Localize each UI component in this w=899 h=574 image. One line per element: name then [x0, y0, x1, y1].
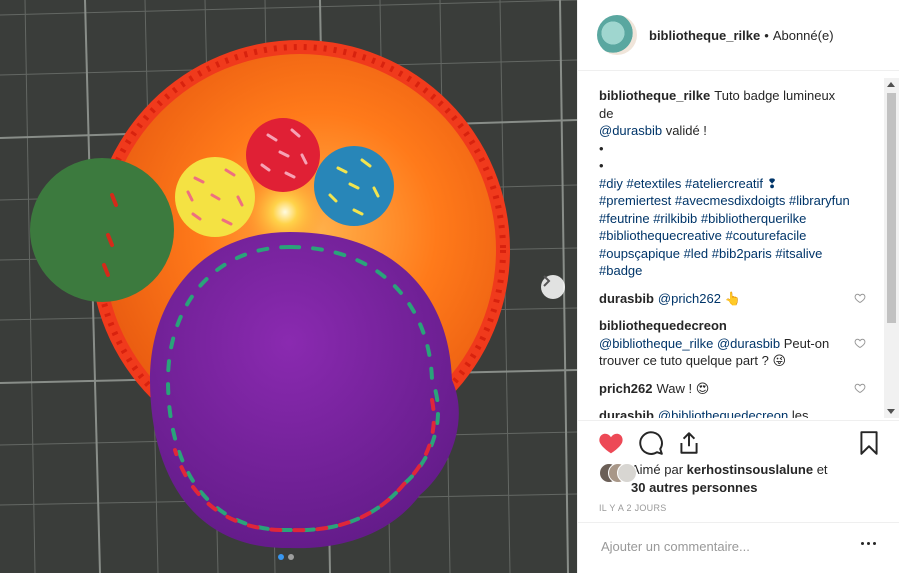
scroll-up-icon[interactable] — [887, 82, 895, 87]
caption-text-b: validé ! — [665, 123, 707, 138]
caption-hashtags[interactable]: #diy #etextiles #ateliercreatif ❢ #premi… — [599, 176, 850, 279]
comment-icon[interactable] — [638, 430, 664, 456]
post-header: bibliotheque_rilke • Abonné(e) — [578, 0, 899, 71]
comment-username[interactable]: bibliothequedecreon — [599, 318, 727, 333]
comment: prich262 Waw ! 😍 — [578, 380, 884, 398]
caption-dot-2: • — [599, 158, 604, 173]
chevron-right-icon — [543, 275, 551, 287]
bookmark-icon[interactable] — [856, 430, 882, 456]
caption: bibliotheque_rilke Tuto badge lumineux de… — [578, 87, 884, 280]
comment-mention[interactable]: @bibliothequedecreon — [658, 408, 788, 418]
carousel-dot — [288, 554, 294, 560]
caption-mention[interactable]: @durasbib — [599, 123, 662, 138]
header-username[interactable]: bibliotheque_rilke — [649, 28, 760, 43]
comment-username[interactable]: durasbib — [599, 408, 654, 418]
comment-mention[interactable]: @prich262 — [658, 291, 721, 306]
comment-input[interactable] — [599, 538, 843, 555]
share-icon[interactable] — [676, 430, 702, 456]
comment-text: Waw ! 😍 — [656, 380, 710, 396]
header-text: bibliotheque_rilke • Abonné(e) — [649, 28, 834, 43]
caption-username[interactable]: bibliotheque_rilke — [599, 88, 710, 103]
post-timestamp[interactable]: IL Y A 2 JOURS — [599, 503, 667, 513]
caption-dot-1: • — [599, 140, 604, 156]
post-sidebar: bibliotheque_rilke • Abonné(e) bibliothequ… — [577, 0, 899, 573]
likes-others[interactable]: 30 autres personnes — [631, 479, 889, 497]
more-options-icon[interactable] — [861, 542, 876, 545]
comment-mention[interactable]: @bibliotheque_rilke @durasbib — [599, 336, 780, 351]
liker-avatars — [599, 463, 653, 483]
comment-username[interactable]: durasbib — [599, 291, 654, 306]
heart-icon[interactable] — [854, 337, 866, 349]
header-separator: • — [764, 27, 769, 43]
felt-badge-photo — [0, 0, 577, 573]
comments-scrollbar[interactable] — [884, 78, 899, 418]
scroll-down-icon[interactable] — [887, 409, 895, 414]
comment: bibliothequedecreon @bibliotheque_rilke … — [578, 317, 884, 370]
comment-username[interactable]: prich262 — [599, 381, 652, 396]
heart-icon-filled[interactable] — [598, 430, 624, 456]
scrollbar-thumb[interactable] — [887, 93, 896, 323]
avatar[interactable] — [597, 15, 637, 55]
comment: durasbib @prich262 👆 — [578, 290, 884, 308]
likes-suffix: et — [816, 462, 828, 477]
comments-list[interactable]: bibliotheque_rilke Tuto badge lumineux de… — [578, 78, 884, 418]
carousel-next-button[interactable] — [541, 275, 565, 299]
comment-text: 👆 — [724, 290, 741, 306]
likes-user[interactable]: kerhostinsouslalune — [687, 462, 813, 477]
avatar[interactable] — [617, 463, 637, 483]
post-photo[interactable] — [0, 0, 577, 573]
likes-text: Aimé par kerhostinsouslalune et — [631, 461, 889, 479]
follow-status[interactable]: Abonné(e) — [773, 28, 834, 43]
comment: durasbib@bibliothequedecreon les collègu… — [578, 407, 884, 418]
action-bar — [578, 420, 899, 461]
heart-icon[interactable] — [854, 382, 866, 394]
add-comment-bar — [578, 522, 899, 574]
carousel-indicator — [278, 554, 294, 560]
heart-icon[interactable] — [854, 292, 866, 304]
likes-summary: Aimé par kerhostinsouslalune et 30 autre… — [599, 461, 889, 497]
carousel-dot-active — [278, 554, 284, 560]
